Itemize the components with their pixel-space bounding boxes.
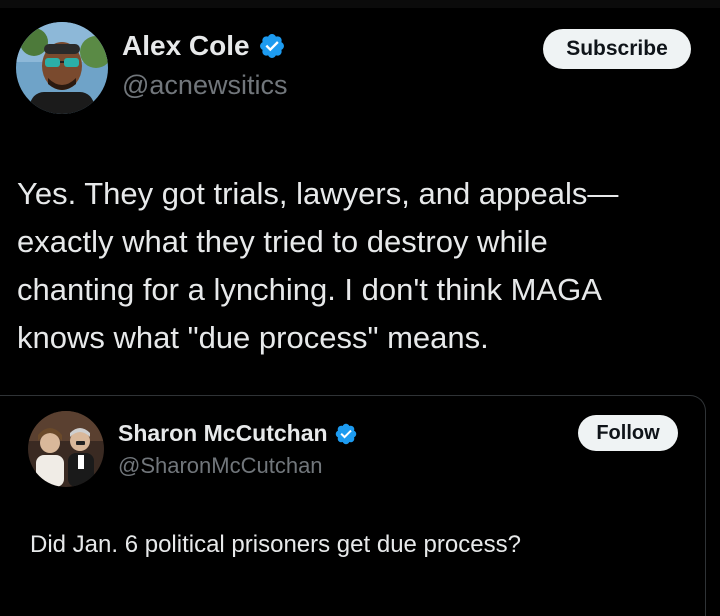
verified-badge-icon [335,423,356,444]
follow-button[interactable]: Follow [578,415,678,451]
tweet-text-line: exactly what they tried to destroy while [17,224,548,259]
quoted-author-avatar[interactable] [28,411,104,487]
author-name-text: Alex Cole [122,30,250,61]
quoted-author-handle[interactable]: @SharonMcCutchan [118,453,323,479]
tweet-text-line: Yes. They got trials, lawyers, and appea… [17,176,619,211]
subscribe-button[interactable]: Subscribe [543,29,691,69]
tweet-text-line: knows what "due process" means. [17,320,489,355]
quoted-author-name-text: Sharon McCutchan [118,420,328,446]
author-avatar[interactable] [16,22,108,114]
author-avatar-image [16,22,108,114]
verified-badge-icon [259,34,284,58]
tweet-text: Yes. They got trials, lawyers, and appea… [17,170,707,362]
top-bar [0,0,720,8]
quoted-author-name[interactable]: Sharon McCutchan [118,420,358,447]
author-handle[interactable]: @acnewsitics [122,70,287,101]
quoted-author-avatar-image [28,411,104,487]
tweet-text-line: chanting for a lynching. I don't think M… [17,272,602,307]
author-name[interactable]: Alex Cole [122,30,286,62]
quoted-tweet-text: Did Jan. 6 political prisoners get due p… [30,531,521,558]
